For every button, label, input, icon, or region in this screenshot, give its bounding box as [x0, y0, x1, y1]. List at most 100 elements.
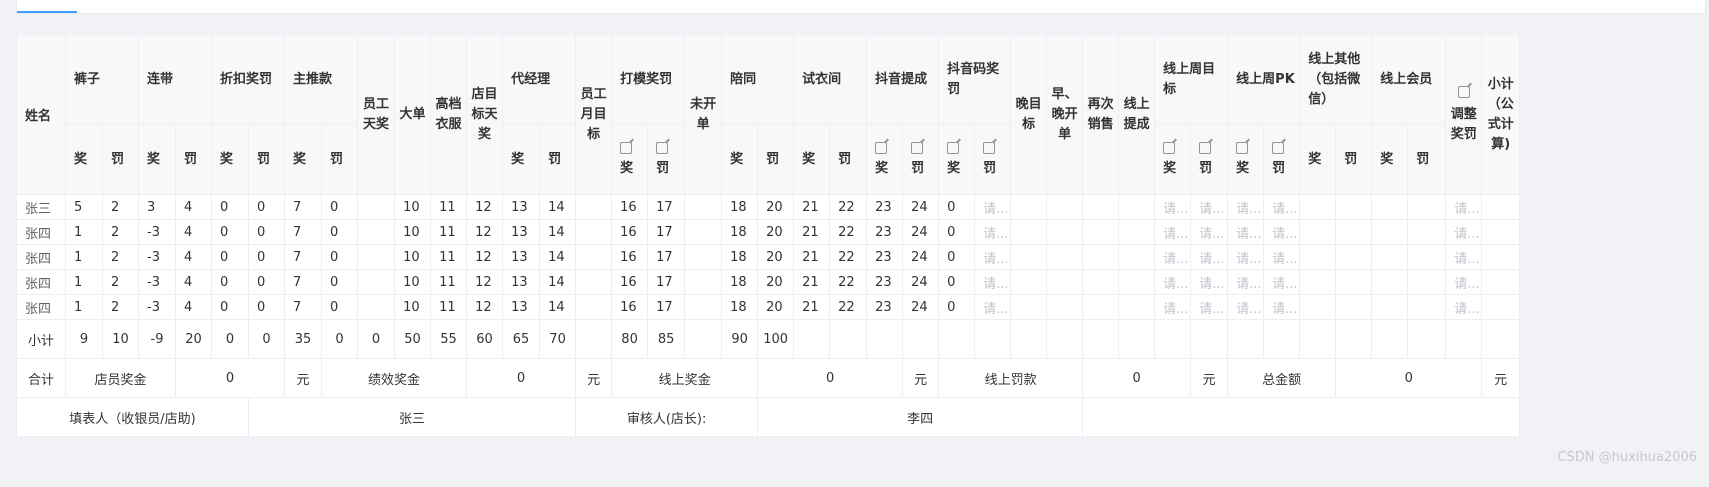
table-cell: 11 [430, 294, 468, 320]
editable-input-cell[interactable]: 请... [1227, 194, 1265, 220]
table-cell: 10 [394, 244, 432, 270]
subtotal-cell [1335, 319, 1373, 359]
editable-input-cell[interactable]: 请... [1227, 294, 1265, 320]
column-header-label: 小计（公式计算) [1487, 76, 1514, 152]
table-cell: 20 [757, 219, 795, 245]
editable-input-cell[interactable]: 请... [1227, 244, 1265, 270]
subtotal-cell: 90 [721, 319, 759, 359]
table-cell: 21 [793, 269, 831, 295]
editable-input-cell[interactable]: 请... [974, 219, 1012, 245]
staff-bonus-value: 0 [175, 358, 286, 398]
column-header-label: 店目标天奖 [471, 86, 498, 142]
editable-input-cell[interactable]: 请... [1190, 244, 1229, 270]
unit-label: 元 [284, 358, 323, 398]
edit-icon[interactable] [983, 141, 996, 154]
editable-input-cell[interactable]: 请... [1154, 194, 1192, 220]
edit-icon[interactable] [911, 141, 924, 154]
editable-input-cell[interactable]: 请... [1227, 269, 1265, 295]
subtotal-cell: 35 [284, 319, 323, 359]
editable-input-cell[interactable]: 请... [1190, 294, 1229, 320]
table-cell: -3 [138, 219, 177, 245]
table-cell: 4 [175, 294, 213, 320]
editable-input-cell[interactable]: 请... [974, 294, 1012, 320]
edit-icon[interactable] [656, 141, 669, 154]
editable-input-cell[interactable]: 请... [974, 269, 1012, 295]
table-cell: 16 [611, 294, 649, 320]
sub-header-reward: 奖 [65, 124, 103, 195]
edit-icon[interactable] [1199, 141, 1212, 154]
editable-input-cell[interactable]: 请... [974, 194, 1012, 220]
editable-input-cell[interactable]: 请... [1263, 269, 1301, 295]
table-cell [575, 294, 613, 320]
editable-input-cell[interactable]: 请... [1445, 219, 1483, 245]
table-cell [1118, 294, 1156, 320]
sub-header-penalty: 罚 [757, 124, 795, 195]
editable-input-cell[interactable]: 请... [1154, 294, 1192, 320]
editable-input-cell[interactable]: 请... [1445, 244, 1483, 270]
edit-icon[interactable] [1272, 141, 1285, 154]
table-cell: 18 [721, 219, 759, 245]
table-cell [1082, 269, 1120, 295]
column-header: 小计（公式计算) [1481, 34, 1521, 195]
subtotal-cell [1371, 319, 1409, 359]
editable-input-cell[interactable]: 请... [1263, 194, 1301, 220]
column-header-label: 员工月目标 [580, 86, 607, 142]
editable-input-cell[interactable]: 请... [1190, 219, 1229, 245]
editable-input-cell[interactable]: 请... [1190, 269, 1229, 295]
edit-icon[interactable] [947, 141, 960, 154]
column-header-label: 线上会员 [1380, 71, 1433, 87]
table-cell [684, 294, 723, 320]
sub-header-label: 奖 [620, 160, 634, 176]
table-cell: 23 [866, 194, 904, 220]
table-cell: 11 [430, 219, 468, 245]
table-cell: 16 [611, 244, 649, 270]
subtotal-cell [575, 319, 613, 359]
column-header-label: 陪同 [730, 71, 757, 87]
editable-input-cell[interactable]: 请... [1190, 194, 1229, 220]
sub-header-reward: 奖 [1371, 124, 1409, 195]
total-label: 合计 [16, 358, 66, 398]
table-cell [1335, 269, 1373, 295]
edit-icon[interactable] [875, 141, 888, 154]
sub-header-penalty: 罚 [248, 124, 286, 195]
editable-input-cell[interactable]: 请... [1154, 269, 1192, 295]
subtotal-cell [866, 319, 904, 359]
edit-icon[interactable] [1163, 141, 1176, 154]
table-cell: 17 [647, 294, 686, 320]
editable-input-cell[interactable]: 请... [1154, 219, 1192, 245]
edit-icon[interactable] [1236, 141, 1249, 154]
editable-input-cell[interactable]: 请... [1445, 294, 1483, 320]
table-cell: 12 [466, 269, 504, 295]
table-cell [357, 194, 396, 220]
sub-header-reward: 奖 [138, 124, 177, 195]
online-bonus-label: 线上奖金 [611, 358, 759, 398]
sub-header-penalty: 罚 [101, 124, 140, 195]
table-cell: 14 [539, 244, 577, 270]
column-header: 员工天奖 [357, 34, 396, 195]
edit-icon[interactable] [620, 141, 633, 154]
table-cell: 2 [101, 219, 140, 245]
table-cell: 0 [211, 269, 250, 295]
table-cell: 13 [502, 244, 541, 270]
editable-input-cell[interactable]: 请... [1445, 269, 1483, 295]
sub-header-reward: 奖 [1227, 124, 1265, 195]
editable-input-cell[interactable]: 请... [1263, 244, 1301, 270]
column-header: 大单 [394, 34, 432, 195]
editable-input-cell[interactable]: 请... [1154, 244, 1192, 270]
editable-input-cell[interactable]: 请... [1227, 219, 1265, 245]
top-tab-bar [16, 0, 1706, 14]
editable-input-cell[interactable]: 请... [1263, 294, 1301, 320]
subtotal-cell: 85 [647, 319, 686, 359]
table-cell: 20 [757, 269, 795, 295]
editable-input-cell[interactable]: 请... [1263, 219, 1301, 245]
editable-input-cell[interactable]: 请... [974, 244, 1012, 270]
sub-header-reward: 奖 [938, 124, 976, 195]
table-cell: 10 [394, 219, 432, 245]
sub-header-label: 罚 [1344, 151, 1358, 167]
employee-name-cell: 张四 [16, 244, 66, 270]
table-cell [1407, 219, 1447, 245]
edit-icon[interactable] [1457, 85, 1470, 98]
table-cell: 12 [466, 194, 504, 220]
table-cell: 4 [175, 269, 213, 295]
editable-input-cell[interactable]: 请... [1445, 194, 1483, 220]
